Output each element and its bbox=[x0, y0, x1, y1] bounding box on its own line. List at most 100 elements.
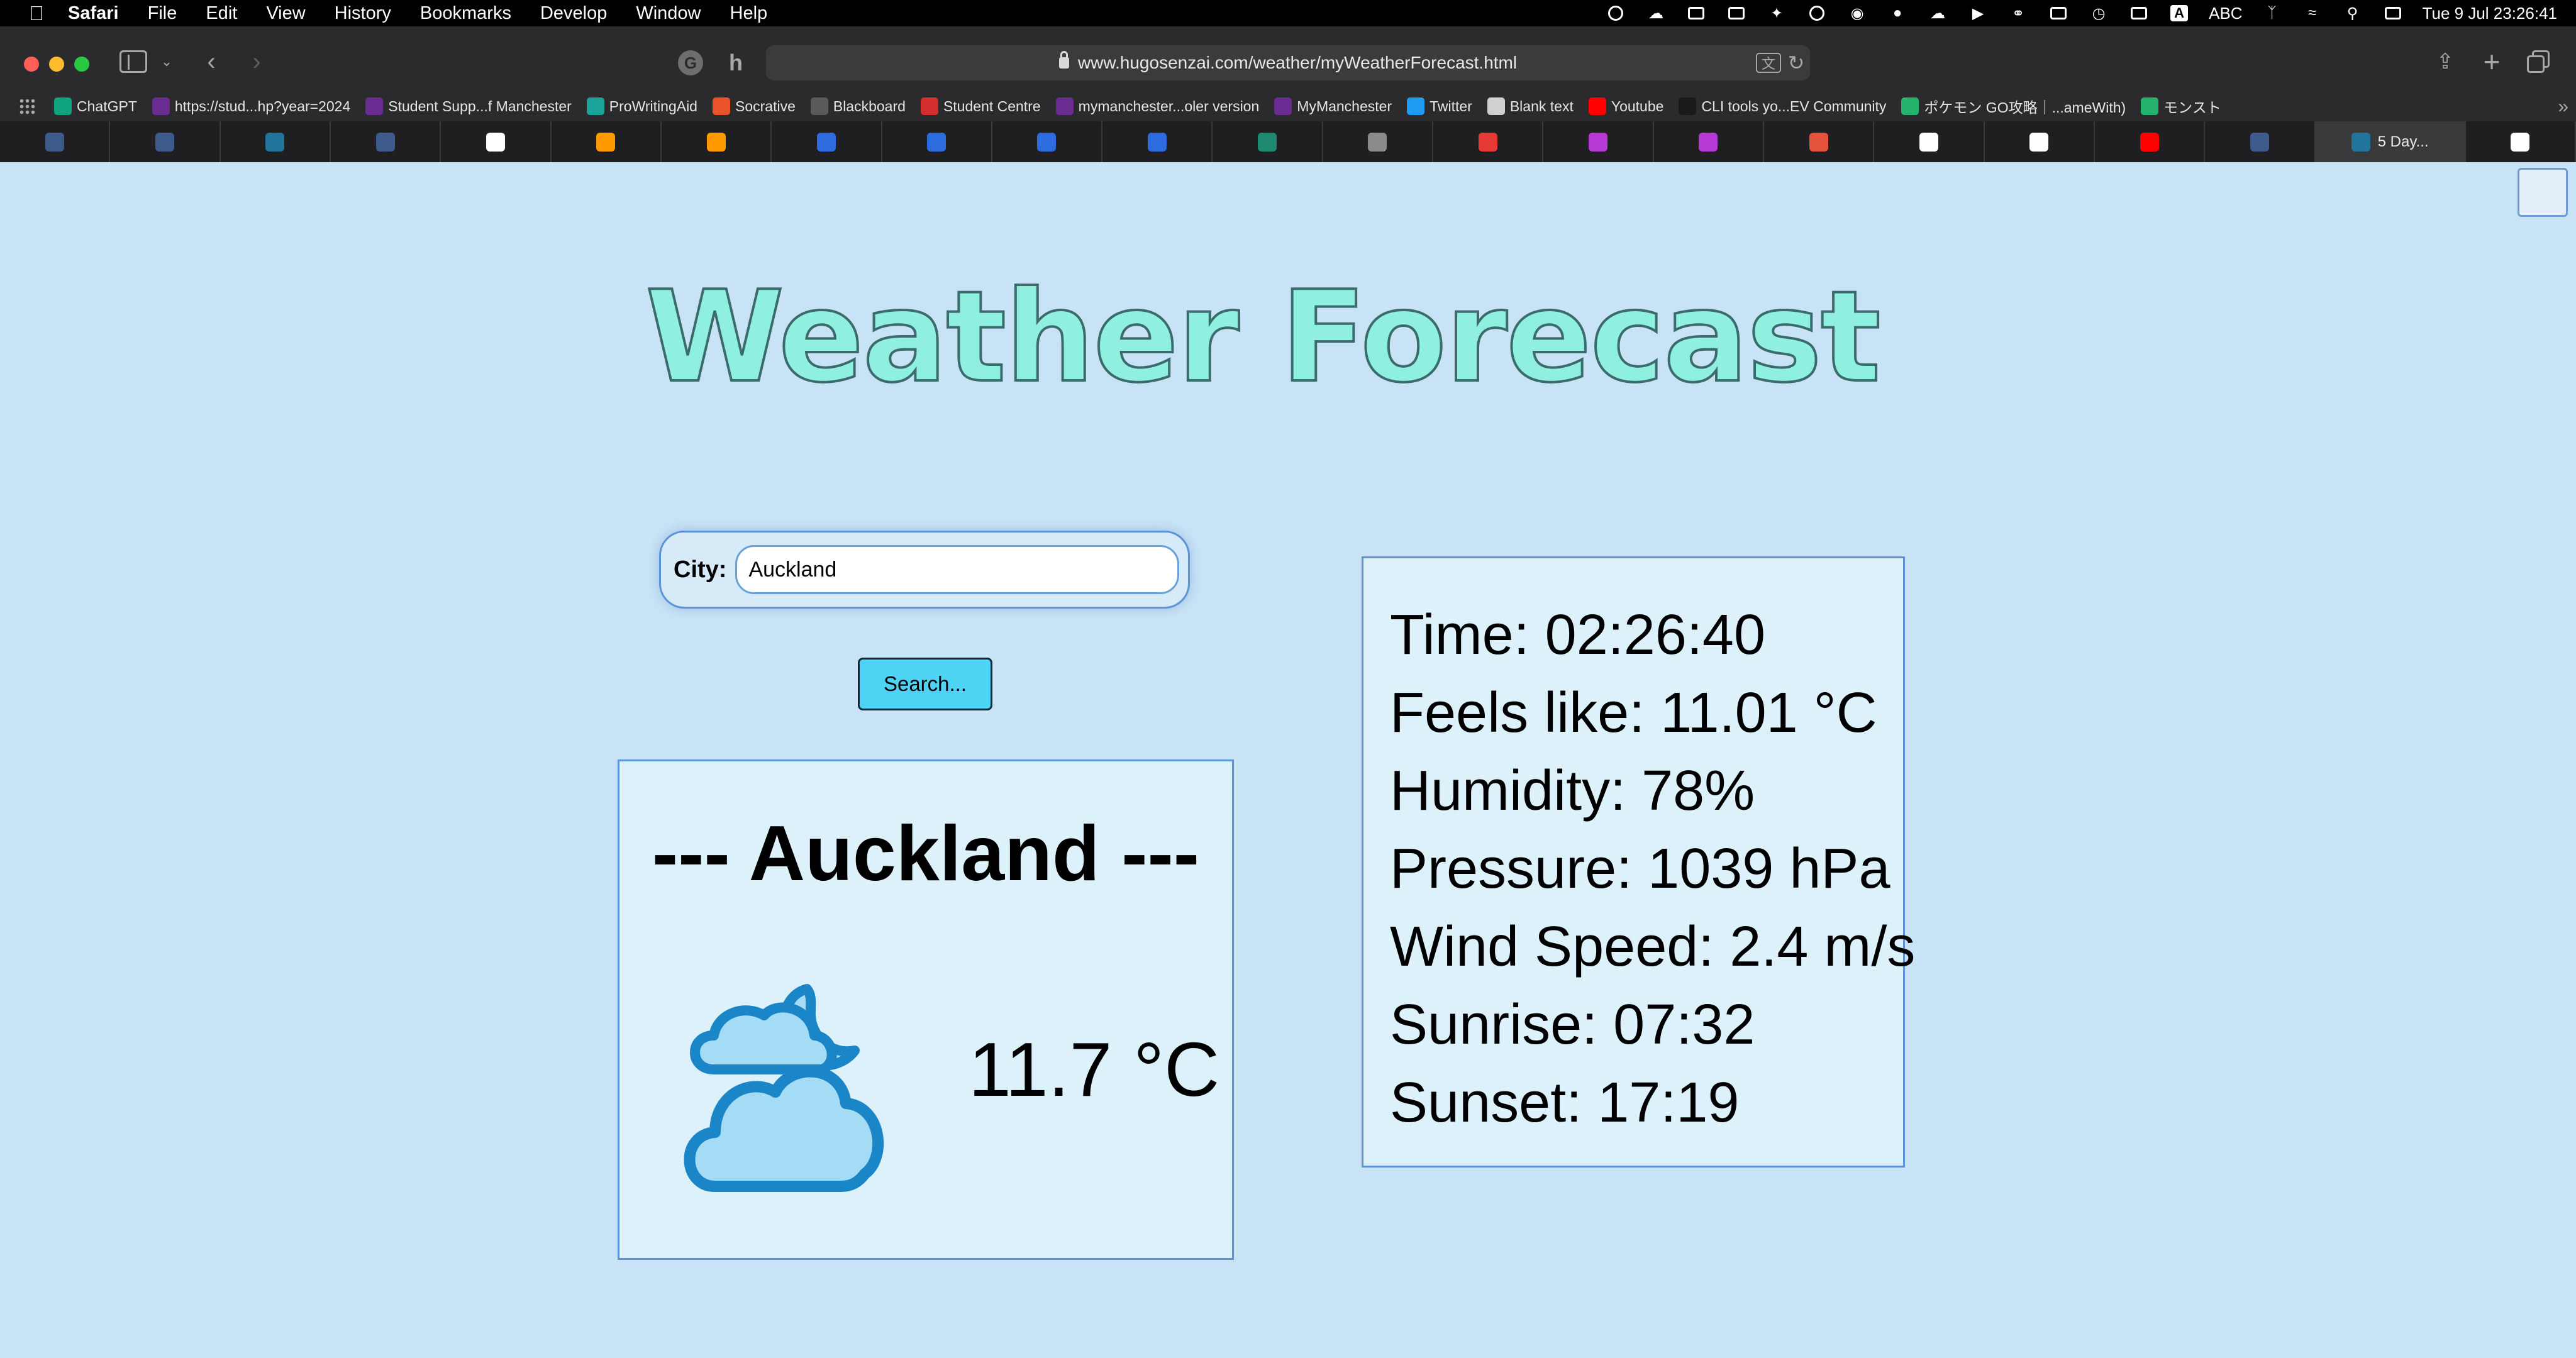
search-button[interactable]: Search... bbox=[858, 658, 992, 710]
new-tab-plus-icon[interactable]: + bbox=[2479, 45, 2504, 78]
bookmark-item[interactable]: Youtube bbox=[1588, 97, 1663, 115]
grammarly-icon[interactable] bbox=[1806, 5, 1828, 21]
tab[interactable] bbox=[2205, 121, 2316, 162]
tab[interactable] bbox=[1874, 121, 1985, 162]
input-source-badge-icon[interactable]: A bbox=[2168, 5, 2190, 21]
tab[interactable] bbox=[0, 121, 111, 162]
window-minimize-button[interactable] bbox=[49, 57, 64, 72]
menu-window[interactable]: Window bbox=[636, 3, 701, 24]
menu-view[interactable]: View bbox=[266, 3, 305, 24]
menu-bar-clock[interactable]: Tue 9 Jul 23:26:41 bbox=[2423, 4, 2557, 23]
floating-widget-button[interactable] bbox=[2518, 168, 2568, 217]
control-center-icon[interactable] bbox=[2382, 5, 2404, 21]
tab[interactable] bbox=[552, 121, 662, 162]
play-icon[interactable]: ▶ bbox=[1967, 5, 1989, 22]
current-weather-card: --- Auckland --- 11.7 °C bbox=[618, 759, 1234, 1260]
bookmark-item[interactable]: ProWritingAid bbox=[586, 97, 697, 115]
wifi-icon[interactable]: ≈ bbox=[2302, 4, 2323, 21]
show-all-bookmarks-grid-icon[interactable] bbox=[19, 98, 35, 114]
share-icon[interactable]: ⇪ bbox=[2433, 47, 2458, 77]
menu-bar-status-area: ☁ ✦ ◉ ● ☁ ▶ ⚭ ◷ A ABC ᛉ ≈ ⚲ Tue 9 Jul 23… bbox=[1605, 0, 2557, 26]
socrative-icon bbox=[712, 97, 730, 115]
gamewith-icon bbox=[2141, 97, 2159, 115]
bookmarks-overflow-chevron-icon[interactable]: » bbox=[2558, 96, 2568, 118]
display-icon[interactable] bbox=[1726, 5, 1747, 21]
tab[interactable] bbox=[1433, 121, 1544, 162]
chatgpt-icon[interactable] bbox=[1605, 5, 1626, 21]
tab[interactable] bbox=[1102, 121, 1213, 162]
grammarly-extension-icon[interactable]: G bbox=[678, 50, 703, 75]
menu-app-safari[interactable]: Safari bbox=[68, 3, 119, 24]
menu-history[interactable]: History bbox=[335, 3, 391, 24]
window-close-button[interactable] bbox=[24, 57, 39, 72]
bookmark-item[interactable]: Blank text bbox=[1487, 97, 1574, 115]
headphones-icon[interactable]: ⚭ bbox=[2007, 5, 2029, 22]
menu-bookmarks[interactable]: Bookmarks bbox=[420, 3, 511, 24]
bookmark-item[interactable]: ポケモン GO攻略｜...ameWith) bbox=[1901, 96, 2126, 117]
tab-overview-icon[interactable] bbox=[2527, 50, 2551, 74]
bookmark-label: Blank text bbox=[1509, 97, 1574, 114]
input-source-label[interactable]: ABC bbox=[2209, 4, 2242, 23]
document-icon[interactable] bbox=[1685, 5, 1707, 21]
reload-icon[interactable]: ↻ bbox=[1785, 50, 1807, 75]
feather-icon[interactable]: ✦ bbox=[1766, 5, 1787, 22]
bookmark-item[interactable]: Student Centre bbox=[920, 97, 1041, 115]
bookmark-label: Student Supp...f Manchester bbox=[388, 97, 572, 114]
forward-arrow-icon[interactable]: › bbox=[245, 48, 268, 75]
tab[interactable] bbox=[1323, 121, 1434, 162]
tab[interactable] bbox=[2095, 121, 2206, 162]
bookmark-item[interactable]: Twitter bbox=[1407, 97, 1472, 115]
tab[interactable] bbox=[441, 121, 552, 162]
menu-develop[interactable]: Develop bbox=[540, 3, 607, 24]
tab[interactable] bbox=[992, 121, 1103, 162]
translate-icon[interactable]: 文 bbox=[1756, 53, 1781, 73]
tab[interactable] bbox=[221, 121, 331, 162]
my-manchester-icon bbox=[365, 97, 384, 115]
bookmark-item[interactable]: モンスト bbox=[2141, 96, 2221, 117]
menu-help[interactable]: Help bbox=[730, 3, 768, 24]
bookmark-item[interactable]: Blackboard bbox=[810, 97, 906, 115]
creative-cloud-icon[interactable]: ☁ bbox=[1645, 5, 1667, 22]
tab[interactable] bbox=[1985, 121, 2095, 162]
battery-icon[interactable] bbox=[2128, 5, 2150, 21]
tab[interactable] bbox=[2466, 121, 2576, 162]
bookmark-item[interactable]: ChatGPT bbox=[54, 97, 137, 115]
bookmark-item[interactable]: Student Supp...f Manchester bbox=[365, 97, 572, 115]
bookmark-item[interactable]: MyManchester bbox=[1274, 97, 1392, 115]
apple-menu-icon[interactable]:  bbox=[24, 2, 49, 25]
bookmark-item[interactable]: mymanchester...oler version bbox=[1055, 97, 1259, 115]
bookmark-item[interactable]: CLI tools yo...EV Community bbox=[1679, 97, 1886, 115]
tab-active[interactable]: 5 Day... bbox=[2315, 121, 2466, 162]
screen-mirror-icon[interactable] bbox=[2048, 5, 2069, 21]
vpn-icon[interactable]: ◉ bbox=[1846, 5, 1868, 22]
honey-extension-icon[interactable]: h bbox=[723, 49, 748, 77]
city-input[interactable] bbox=[735, 545, 1180, 594]
address-bar[interactable]: www.hugosenzai.com/weather/myWeatherFore… bbox=[766, 45, 1810, 80]
tab[interactable] bbox=[882, 121, 992, 162]
tab[interactable] bbox=[1213, 121, 1323, 162]
window-fullscreen-button[interactable] bbox=[74, 57, 89, 72]
youtube-icon bbox=[2140, 132, 2159, 152]
sidebar-toggle-icon[interactable] bbox=[119, 50, 147, 73]
menu-file[interactable]: File bbox=[148, 3, 177, 24]
tab[interactable] bbox=[331, 121, 441, 162]
detail-wind-speed: Wind Speed: 2.4 m/s bbox=[1390, 915, 1916, 978]
chevron-down-icon[interactable]: ⌄ bbox=[157, 49, 176, 74]
tab[interactable] bbox=[662, 121, 772, 162]
tab[interactable] bbox=[1764, 121, 1875, 162]
bookmark-item[interactable]: https://stud...hp?year=2024 bbox=[152, 97, 350, 115]
spotlight-search-icon[interactable]: ⚲ bbox=[2342, 5, 2363, 22]
menu-edit[interactable]: Edit bbox=[206, 3, 237, 24]
time-machine-icon[interactable]: ◷ bbox=[2088, 5, 2109, 22]
tab[interactable] bbox=[772, 121, 882, 162]
bluetooth-icon[interactable]: ᛉ bbox=[2262, 4, 2283, 21]
user-icon[interactable]: ● bbox=[1887, 4, 1908, 21]
bookmarks-bar: ChatGPT https://stud...hp?year=2024 Studen… bbox=[0, 91, 2576, 121]
github-icon bbox=[2029, 132, 2049, 152]
tab[interactable] bbox=[110, 121, 221, 162]
back-arrow-icon[interactable]: ‹ bbox=[200, 48, 223, 75]
tab[interactable] bbox=[1543, 121, 1654, 162]
tab[interactable] bbox=[1654, 121, 1764, 162]
cloud-icon[interactable]: ☁ bbox=[1927, 5, 1948, 22]
bookmark-item[interactable]: Socrative bbox=[712, 97, 796, 115]
